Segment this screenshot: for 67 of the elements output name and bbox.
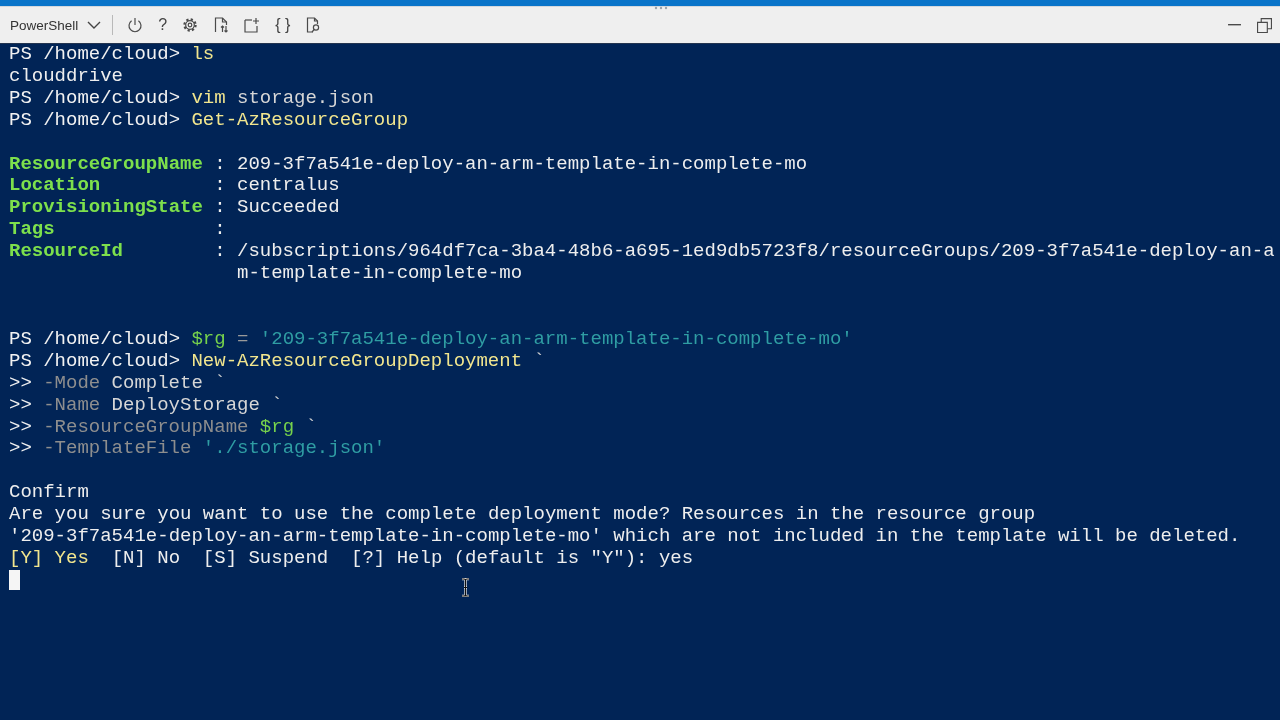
output-text: '209-3f7a541e-deploy-an-arm-template-in-complete-mo' which are not included in the template will be deleted. [9, 526, 1241, 548]
string-literal-text: './storage.json' [202, 438, 386, 461]
parameter-text: -TemplateFile [43, 438, 192, 461]
prompt-text: PS /home/cloud> [9, 109, 181, 132]
property-separator: : [214, 175, 226, 198]
property-value: centralus [237, 175, 340, 198]
prompt-text: >> [9, 416, 32, 439]
square-plus-icon [244, 17, 261, 33]
power-icon [127, 17, 144, 33]
restore-icon [1256, 17, 1272, 33]
property-name: ResourceGroupName [9, 152, 203, 175]
line-continuation-text: ` [305, 416, 317, 439]
property-name: ResourceId [9, 240, 124, 263]
answer-text: yes [658, 547, 694, 570]
block-cursor-icon [9, 569, 20, 590]
property-value: m-template-in-complete-mo [237, 263, 523, 286]
parameter-text: -Name [43, 394, 101, 417]
command-text: ls [191, 44, 215, 66]
string-literal-text: '209-3f7a541e-deploy-an-arm-template-in-complete-mo' [259, 328, 853, 351]
line-continuation-text: ` [533, 350, 545, 373]
operator-text: = [237, 328, 249, 351]
prompt-text: PS /home/cloud> [9, 44, 181, 66]
file-search-icon [305, 17, 322, 33]
prompt-text: PS /home/cloud> [9, 87, 181, 110]
parameter-text: -Mode [43, 372, 101, 395]
chevron-down-icon [87, 21, 102, 29]
property-value: 209-3f7a541e-deploy-an-arm-template-in-complete-mo [237, 153, 808, 176]
prompt-text: >> [9, 438, 32, 461]
property-name: Location [9, 174, 101, 197]
help-button[interactable]: ? [154, 13, 172, 37]
variable-text: $rg [259, 416, 295, 439]
command-text: vim [191, 87, 226, 110]
editor-button[interactable]: { } [271, 13, 295, 37]
property-name: Tags [9, 218, 55, 241]
output-text: Are you sure you want to use the complete deployment mode? Resources in the resource group [9, 504, 1036, 527]
argument-text: storage.json [237, 87, 374, 110]
prompt-text: PS /home/cloud> [9, 350, 181, 373]
ibeam-pointer-icon [461, 578, 470, 597]
parameter-text: -ResourceGroupName [43, 416, 249, 439]
choice-option-text: [N] No [111, 547, 181, 570]
property-separator: : [214, 153, 226, 176]
choice-option-text: [S] Suspend [202, 547, 329, 570]
command-text: New-AzResourceGroupDeployment [191, 350, 523, 373]
prompt-text: PS /home/cloud> [9, 328, 181, 351]
property-separator: : [214, 241, 226, 265]
shell-selector[interactable]: PowerShell [8, 14, 104, 36]
prompt-text: >> [9, 372, 32, 395]
line-continuation-text: ` [214, 372, 226, 395]
output-text: Confirm [9, 482, 89, 505]
help-option-text: [?] Help (default is "Y"): [351, 547, 648, 570]
property-value: /subscriptions/964df7ca-3ba4-48b6-a695-1ed9db5723f8/resourceGroups/209-3f7a541e-deploy-an-a [237, 241, 1275, 264]
default-choice-text: [Y] Yes [9, 547, 89, 570]
argument-text: Complete [111, 372, 203, 395]
drag-handle-icon [654, 6, 668, 10]
argument-text: DeployStorage [111, 394, 260, 417]
settings-icon [182, 17, 199, 33]
property-value: Succeeded [237, 197, 340, 220]
property-separator: : [214, 197, 226, 220]
variable-text: $rg [191, 328, 226, 351]
property-name: ProvisioningState [9, 196, 203, 219]
output-text: clouddrive [9, 65, 124, 88]
command-text: Get-AzResourceGroup [191, 109, 409, 132]
line-continuation-text: ` [271, 394, 283, 417]
minimize-icon [1227, 24, 1241, 26]
property-separator: : [214, 219, 226, 242]
file-arrows-icon [213, 17, 230, 33]
prompt-text: >> [9, 394, 32, 417]
